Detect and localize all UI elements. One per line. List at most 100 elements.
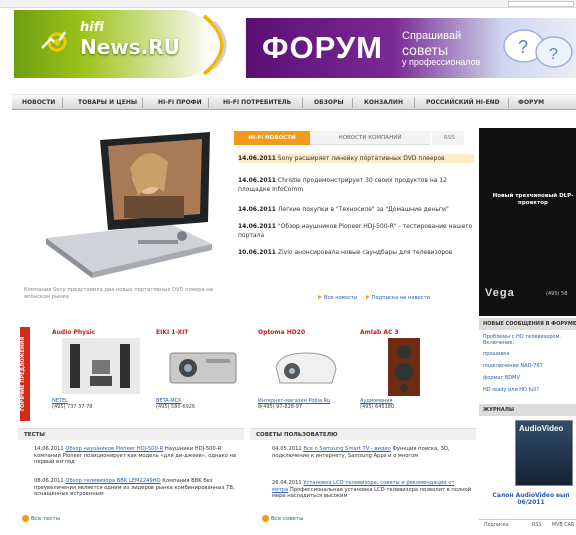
news-date: 14.06.2011	[238, 177, 276, 184]
hot-offers-label: ГОРЯЧИЕ ПРЕДЛОЖЕНИЯ	[20, 336, 26, 412]
nav-divider	[302, 98, 303, 108]
entry-link[interactable]: Все о Samsung Smart TV - видео	[303, 446, 390, 452]
nav-divider	[208, 98, 209, 108]
tab-subscribe[interactable]: Подписка	[484, 523, 509, 528]
banner-subtitle: Спрашивай	[402, 30, 462, 42]
nav-item-news[interactable]: НОВОСТИ	[22, 99, 55, 106]
banner-title: ФОРУМ	[262, 30, 383, 65]
entry-link[interactable]: Обзор телевизора BBK LEM2249HD	[65, 478, 160, 484]
hifi-logo-icon	[41, 31, 67, 52]
journals-header: ЖУРНАЛЫ	[479, 404, 576, 416]
tab-rss[interactable]: RSS	[532, 523, 541, 528]
rss-link[interactable]: RSS	[432, 131, 464, 145]
forum-message-link[interactable]: Проблемы с HD телевизором. Включение.	[483, 334, 576, 346]
speaker-cabinet-image[interactable]	[384, 338, 424, 396]
forum-message-link[interactable]: HD ready или HD full?	[483, 387, 576, 393]
all-advice-link[interactable]: Все советы	[262, 515, 304, 522]
bullet-icon	[22, 515, 29, 522]
all-news-link[interactable]: Все новости	[324, 295, 357, 301]
entry-date: 08.06.2011	[34, 478, 64, 484]
promo-title[interactable]: Audio Physic	[52, 329, 95, 336]
nav-item-forum[interactable]: ФОРУМ	[518, 99, 544, 106]
entry-date: 04.05.2011	[272, 446, 302, 452]
top-search-input[interactable]	[508, 1, 574, 7]
nav-divider	[62, 98, 63, 108]
featured-caption[interactable]: Компания Sony представила два новых порт…	[24, 287, 224, 301]
sidebar-ad-text: Новый трехчиповый DLP-проектор	[492, 193, 574, 206]
main-nav: НОВОСТИ ТОВАРЫ И ЦЕНЫ HI-FI ПРОФИ HI-FI …	[12, 94, 576, 110]
nav-divider	[508, 98, 509, 108]
news-item[interactable]: 14.06.2011 "Обзор наушников Pioneer HDJ-…	[238, 222, 474, 240]
advice-entry: 26.04.2011 Установка LCD телевизора: сов…	[272, 480, 472, 500]
nav-item-conzalin[interactable]: КОНЗАЛИН	[364, 99, 403, 106]
subscribe-news-link[interactable]: Подписка на новости	[372, 295, 431, 301]
promo-contact: NETEL (495) 737 37 78	[52, 398, 92, 410]
nav-item-russian-hiend[interactable]: РОССИЙСКИЙ HI-END	[426, 99, 500, 106]
svg-text:?: ?	[549, 46, 558, 63]
promo-phone: 8(495) 97-828-97	[258, 404, 303, 410]
banner-subtitle: у профессионалов	[402, 57, 481, 67]
promo-contact: Аудиомания (495) 645180	[360, 398, 394, 410]
sidebar-ad-brand: Vega	[485, 287, 515, 299]
news-date: 14.06.2011	[238, 206, 276, 213]
promo-title[interactable]: Optoma HD20	[258, 329, 305, 336]
forum-message-link[interactable]: подключение NAD-767	[483, 363, 576, 369]
magazine-title: AudioVideo	[519, 424, 564, 433]
advice-entry: 04.05.2011 Все о Samsung Smart TV - виде…	[272, 446, 472, 459]
arrow-icon	[318, 295, 322, 299]
promo-phone: (495) 737 37 78	[52, 404, 93, 410]
news-footer-links: Все новости Подписка на новости	[318, 295, 478, 301]
nav-item-hifi-pro[interactable]: HI-FI ПРОФИ	[158, 99, 202, 106]
promo-title[interactable]: Amlab AC 3	[360, 329, 399, 336]
all-advice-label[interactable]: Все советы	[271, 516, 304, 522]
news-item[interactable]: 14.06.2011 Christie продемонстрирует 30 …	[238, 176, 474, 194]
nav-item-goods[interactable]: ТОВАРЫ И ЦЕНЫ	[78, 99, 137, 106]
tab-hifi-news[interactable]: HI-FI НОВОСТИ	[234, 131, 310, 145]
forum-message-link[interactable]: прошивка	[483, 351, 576, 357]
entry-date: 14.06.2011	[34, 446, 64, 452]
banner-subtitle: советы	[402, 42, 449, 58]
nav-divider	[142, 98, 143, 108]
bullet-icon	[262, 515, 269, 522]
logo-news-text: News.RU	[80, 35, 180, 59]
logo-swirl-icon	[202, 14, 227, 76]
tab-mvb[interactable]: MVB CAR	[552, 523, 574, 528]
promo-contact: Интернет-магазин Pobia.Ru 8(495) 97-828-…	[258, 398, 330, 410]
advice-header: СОВЕТЫ ПОЛЬЗОВАТЕЛЮ	[250, 428, 476, 440]
tests-header: ТЕСТЫ	[18, 428, 244, 440]
news-item[interactable]: 10.06.2011 Zivio анонсировала новые саун…	[238, 248, 474, 257]
news-item[interactable]: 14.06.2011 Sony расширяет линейку портат…	[238, 154, 474, 163]
entry-date: 26.04.2011	[272, 480, 302, 486]
svg-text:?: ?	[518, 37, 528, 57]
featured-product-image[interactable]	[42, 132, 218, 282]
promo-title[interactable]: EIKI 1-XIT	[156, 329, 188, 336]
test-entry: 14.06.2011 Обзор наушников Pioneer HDJ-5…	[34, 446, 244, 466]
speakers-image[interactable]	[62, 338, 140, 394]
nav-item-reviews[interactable]: ОБЗОРЫ	[314, 99, 344, 106]
nav-divider	[352, 98, 353, 108]
tab-company-news[interactable]: НОВОСТИ КОМПАНИЙ	[310, 131, 430, 145]
news-title[interactable]: Легкие покупки в "Техносиле" за "Домашни…	[278, 206, 449, 213]
magazine-caption[interactable]: Салон AudioVideo вып 06/2011	[486, 492, 576, 506]
test-entry: 08.06.2011 Обзор телевизора BBK LEM2249H…	[34, 478, 244, 498]
logo-hifi-text: hifi	[80, 20, 104, 35]
nav-item-hifi-consumer[interactable]: HI-FI ПОТРЕБИТЕЛЬ	[223, 99, 291, 106]
news-title[interactable]: Sony расширяет линейку портативных DVD п…	[278, 155, 445, 162]
nav-divider	[414, 98, 415, 108]
all-tests-link[interactable]: Все тесты	[22, 515, 60, 522]
all-tests-label[interactable]: Все тесты	[31, 516, 60, 522]
projector-image[interactable]	[166, 343, 240, 389]
news-date: 10.06.2011	[238, 249, 276, 256]
promo-contact: BETA-MCK (495) 580-6926	[156, 398, 195, 410]
arrow-icon	[365, 295, 370, 299]
promo-phone: (495) 645180	[360, 404, 395, 410]
optoma-projector-image[interactable]	[272, 343, 340, 393]
forum-messages-header: НОВЫЕ СООБЩЕНИЯ В ФОРУМЕ	[479, 318, 576, 330]
entry-text: Профессиональная установка LCD-телевизор…	[272, 486, 472, 500]
news-item[interactable]: 14.06.2011 Легкие покупки в "Техносиле" …	[238, 205, 474, 214]
news-title[interactable]: Zivio анонсировала новые саундбары для т…	[278, 249, 453, 256]
forum-message-link[interactable]: формат BDMV	[483, 375, 576, 381]
promo-phone: (495) 580-6926	[156, 404, 196, 410]
entry-link[interactable]: Обзор наушников Pioneer HDJ-500-R	[65, 446, 163, 452]
top-utility-bar	[0, 0, 576, 8]
